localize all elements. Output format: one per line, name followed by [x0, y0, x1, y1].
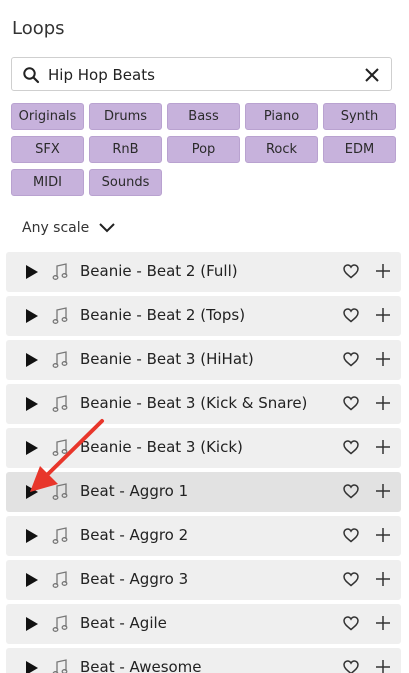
plus-icon[interactable] — [375, 395, 391, 411]
plus-icon[interactable] — [375, 483, 391, 499]
play-icon[interactable] — [26, 353, 38, 367]
loop-row[interactable]: Beat - Aggro 2 — [6, 516, 401, 556]
page-title: Loops — [12, 18, 65, 39]
play-icon[interactable] — [26, 529, 38, 543]
filter-chip[interactable]: Bass — [167, 103, 240, 130]
filter-chip[interactable]: Sounds — [89, 169, 162, 196]
heart-icon[interactable] — [343, 616, 359, 631]
loop-list: Beanie - Beat 2 (Full) Beanie - Beat 2 (… — [6, 252, 401, 673]
music-note-icon — [52, 527, 68, 544]
filter-chip[interactable]: EDM — [323, 136, 396, 163]
loop-name: Beanie - Beat 3 (Kick) — [80, 438, 243, 456]
filter-chip[interactable]: Drums — [89, 103, 162, 130]
plus-icon[interactable] — [375, 351, 391, 367]
music-note-icon — [52, 395, 68, 412]
loop-row[interactable]: Beanie - Beat 3 (HiHat) — [6, 340, 401, 380]
music-note-icon — [52, 571, 68, 588]
music-note-icon — [52, 659, 68, 673]
loop-name: Beat - Aggro 3 — [80, 570, 189, 588]
scale-label: Any scale — [22, 220, 90, 236]
plus-icon[interactable] — [375, 439, 391, 455]
heart-icon[interactable] — [343, 396, 359, 411]
loop-name: Beat - Aggro 1 — [80, 482, 189, 500]
plus-icon[interactable] — [375, 307, 391, 323]
loop-name: Beanie - Beat 2 (Tops) — [80, 306, 246, 324]
loop-row[interactable]: Beat - Agile — [6, 604, 401, 644]
music-note-icon — [52, 263, 68, 280]
plus-icon[interactable] — [375, 571, 391, 587]
plus-icon[interactable] — [375, 527, 391, 543]
scale-dropdown[interactable]: Any scale — [22, 220, 115, 236]
filter-chip[interactable]: Rock — [245, 136, 318, 163]
loop-name: Beanie - Beat 3 (HiHat) — [80, 350, 254, 368]
loop-name: Beanie - Beat 3 (Kick & Snare) — [80, 394, 308, 412]
search-icon — [23, 67, 40, 84]
heart-icon[interactable] — [343, 572, 359, 587]
play-icon[interactable] — [26, 397, 38, 411]
filter-chip[interactable]: Originals — [11, 103, 84, 130]
filter-chip[interactable]: Pop — [167, 136, 240, 163]
heart-icon[interactable] — [343, 352, 359, 367]
search-input[interactable] — [48, 64, 348, 86]
loop-row[interactable]: Beanie - Beat 2 (Tops) — [6, 296, 401, 336]
filter-chip[interactable]: MIDI — [11, 169, 84, 196]
heart-icon[interactable] — [343, 440, 359, 455]
filter-chip[interactable]: Piano — [245, 103, 318, 130]
loop-name: Beat - Awesome — [80, 658, 202, 673]
loop-name: Beat - Aggro 2 — [80, 526, 189, 544]
play-icon[interactable] — [26, 573, 38, 587]
music-note-icon — [52, 439, 68, 456]
filter-chip[interactable]: Synth — [323, 103, 396, 130]
heart-icon[interactable] — [343, 308, 359, 323]
play-icon[interactable] — [26, 441, 38, 455]
heart-icon[interactable] — [343, 660, 359, 673]
loop-name: Beanie - Beat 2 (Full) — [80, 262, 238, 280]
loop-row[interactable]: Beat - Awesome — [6, 648, 401, 673]
play-icon[interactable] — [26, 617, 38, 631]
loop-row[interactable]: Beanie - Beat 2 (Full) — [6, 252, 401, 292]
filter-chip[interactable]: SFX — [11, 136, 84, 163]
heart-icon[interactable] — [343, 484, 359, 499]
heart-icon[interactable] — [343, 264, 359, 279]
chevron-down-icon — [99, 223, 115, 233]
plus-icon[interactable] — [375, 263, 391, 279]
loop-name: Beat - Agile — [80, 614, 167, 632]
close-icon[interactable] — [363, 66, 381, 84]
music-note-icon — [52, 483, 68, 500]
music-note-icon — [52, 351, 68, 368]
plus-icon[interactable] — [375, 615, 391, 631]
loop-row[interactable]: Beat - Aggro 3 — [6, 560, 401, 600]
music-note-icon — [52, 307, 68, 324]
play-icon[interactable] — [26, 265, 38, 279]
loop-row[interactable]: Beanie - Beat 3 (Kick) — [6, 428, 401, 468]
plus-icon[interactable] — [375, 659, 391, 673]
play-icon[interactable] — [26, 485, 38, 499]
loop-row[interactable]: Beat - Aggro 1 — [6, 472, 401, 512]
filter-chip[interactable]: RnB — [89, 136, 162, 163]
search-bar[interactable] — [11, 57, 392, 91]
play-icon[interactable] — [26, 309, 38, 323]
loop-row[interactable]: Beanie - Beat 3 (Kick & Snare) — [6, 384, 401, 424]
play-icon[interactable] — [26, 661, 38, 673]
music-note-icon — [52, 615, 68, 632]
heart-icon[interactable] — [343, 528, 359, 543]
